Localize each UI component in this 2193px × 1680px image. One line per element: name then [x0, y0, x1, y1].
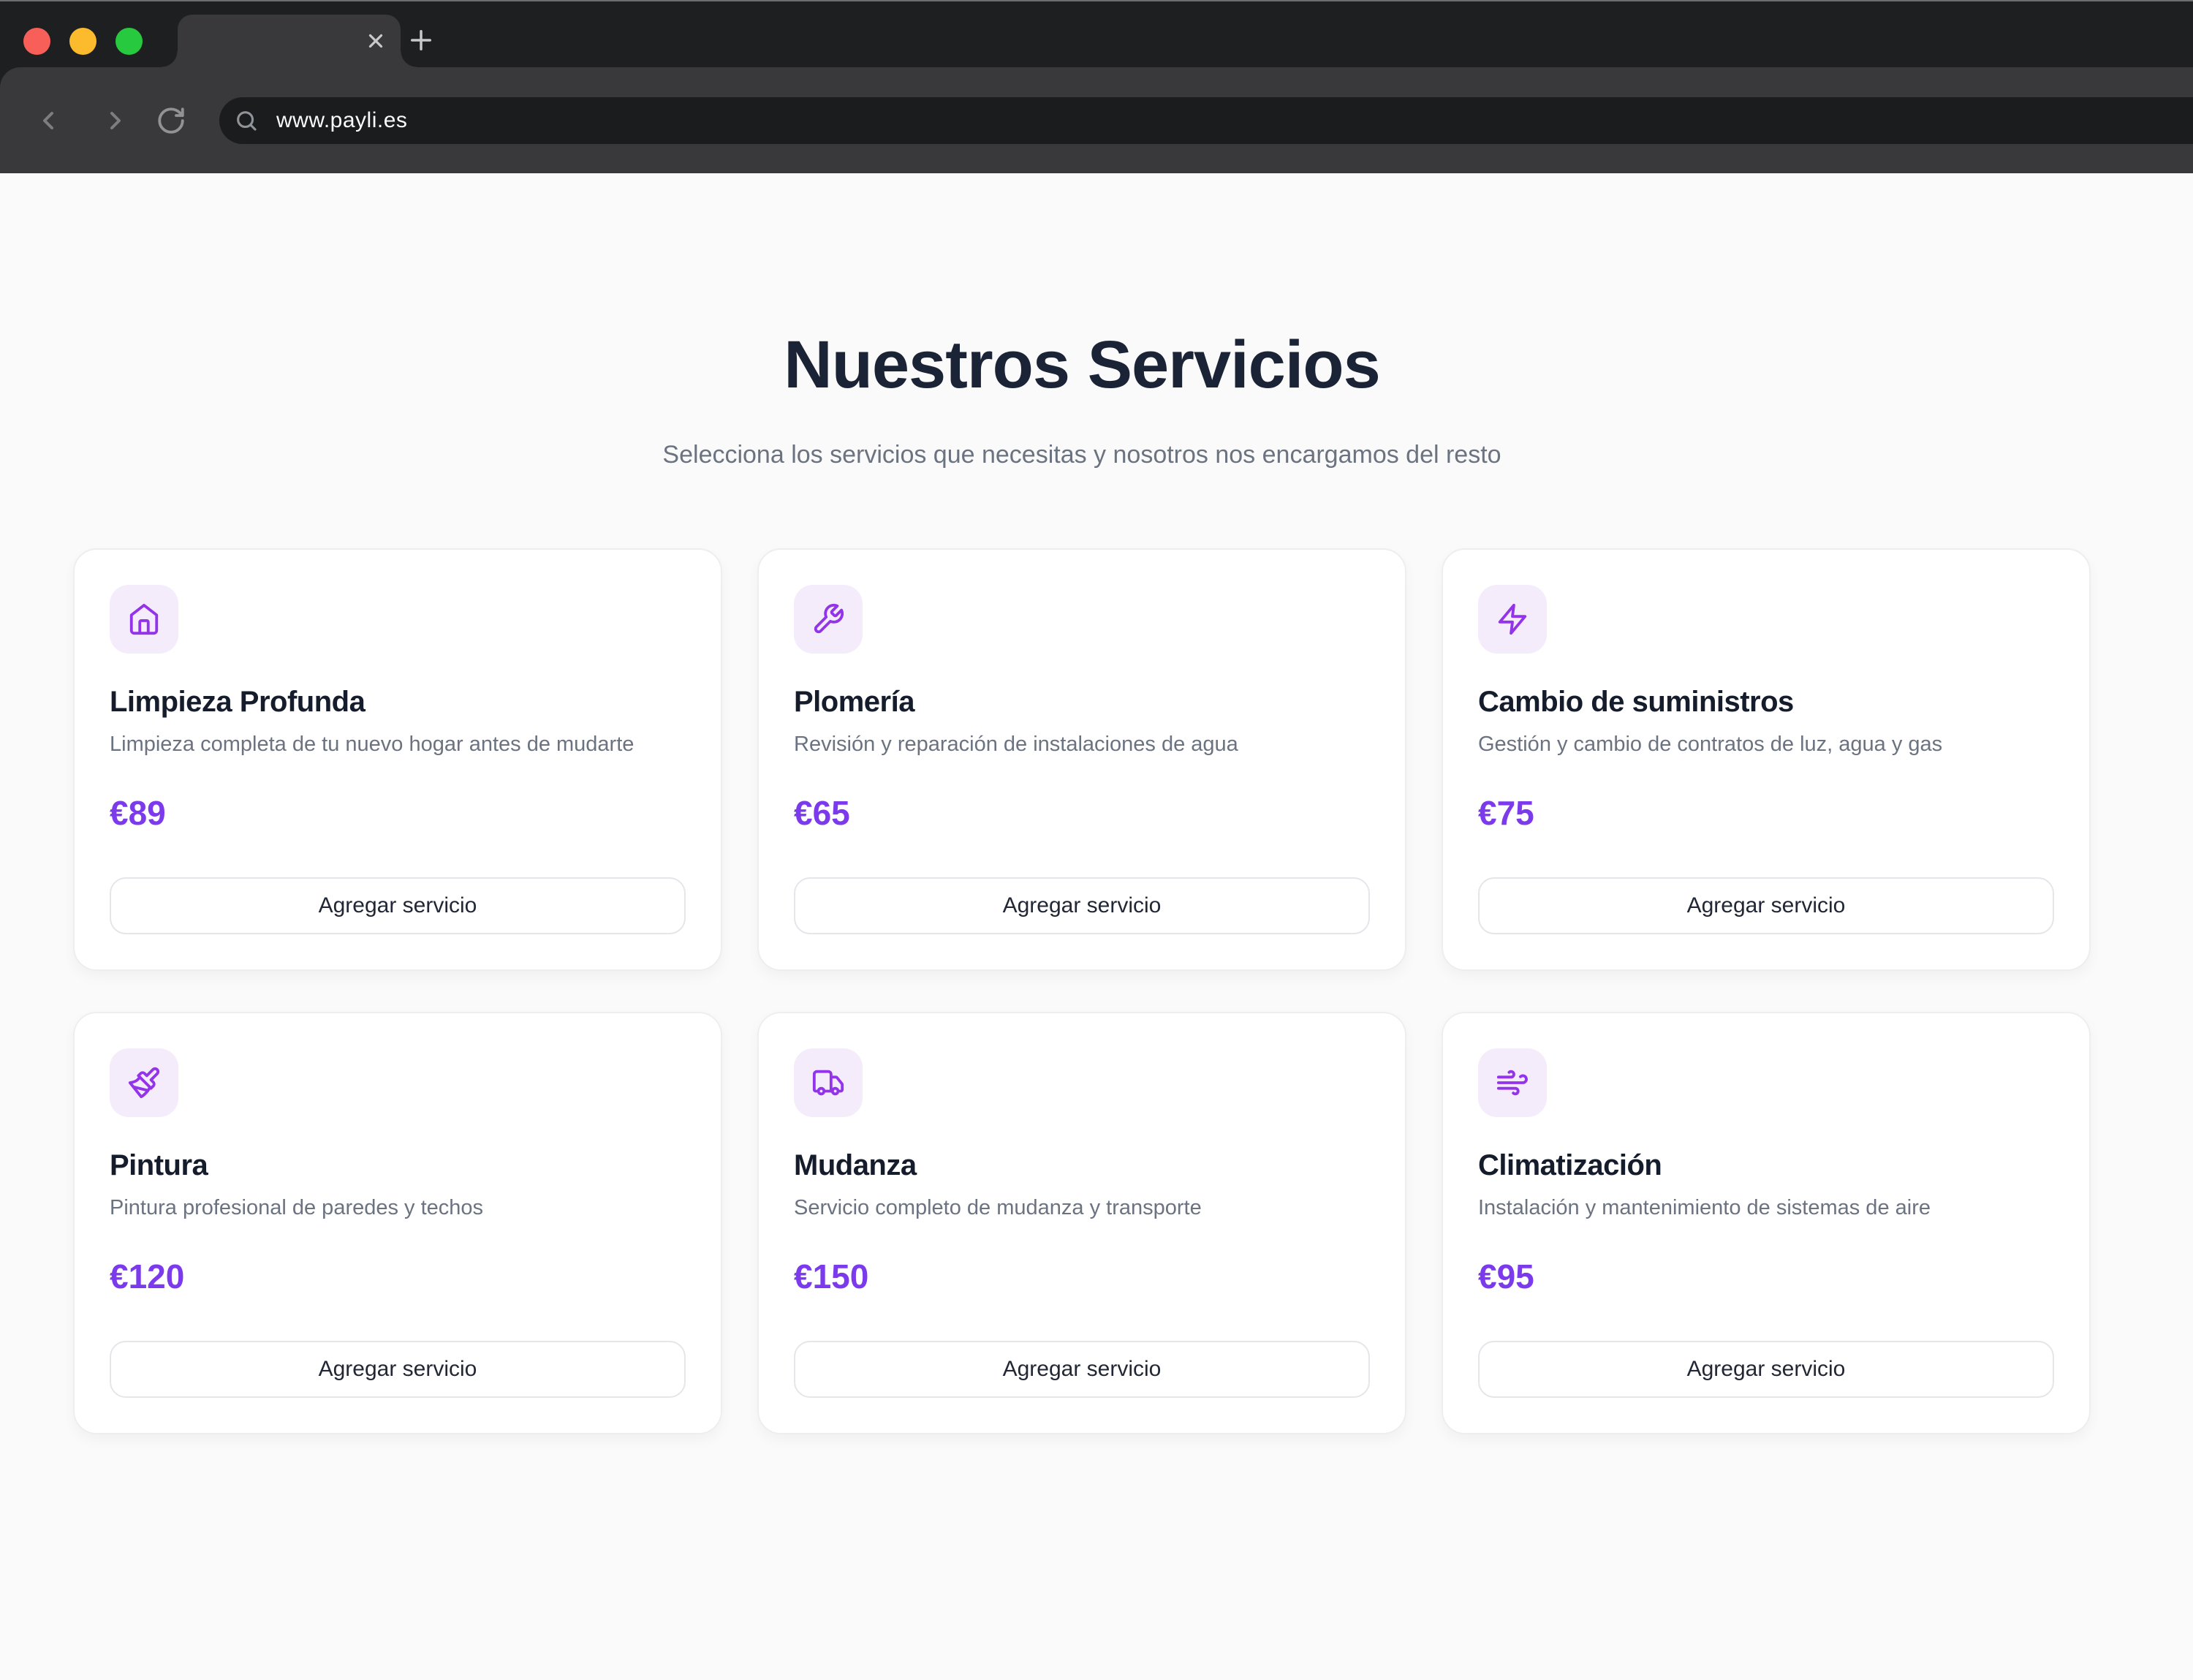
add-service-button[interactable]: Agregar servicio: [794, 877, 1370, 934]
url-text: www.payli.es: [276, 108, 407, 133]
page-content: Nuestros Servicios Selecciona los servic…: [0, 327, 2193, 1434]
add-service-button[interactable]: Agregar servicio: [1478, 877, 2054, 934]
truck-icon: [794, 1048, 863, 1117]
paintbrush-icon: [110, 1048, 178, 1117]
add-service-button[interactable]: Agregar servicio: [1478, 1341, 2054, 1398]
new-tab-button[interactable]: [404, 23, 438, 57]
forward-button[interactable]: [99, 105, 132, 137]
service-card-limpieza: Limpieza Profunda Limpieza completa de t…: [73, 548, 722, 971]
service-description: Servicio completo de mudanza y transport…: [794, 1192, 1370, 1223]
browser-toolbar: www.payli.es: [0, 67, 2193, 173]
service-title: Cambio de suministros: [1478, 686, 2054, 719]
service-card-mudanza: Mudanza Servicio completo de mudanza y t…: [757, 1012, 1406, 1434]
zap-icon: [1478, 585, 1547, 654]
service-card-climatizacion: Climatización Instalación y mantenimient…: [1442, 1012, 2091, 1434]
service-price: €75: [1478, 795, 2054, 832]
browser-tab[interactable]: [178, 15, 401, 67]
service-description: Instalación y mantenimiento de sistemas …: [1478, 1192, 2054, 1223]
service-card-plomeria: Plomería Revisión y reparación de instal…: [757, 548, 1406, 971]
wind-icon: [1478, 1048, 1547, 1117]
service-title: Limpieza Profunda: [110, 686, 686, 719]
service-description: Pintura profesional de paredes y techos: [110, 1192, 686, 1223]
service-description: Revisión y reparación de instalaciones d…: [794, 729, 1370, 760]
tab-strip: [0, 1, 2193, 67]
search-icon: [234, 108, 259, 133]
add-service-button[interactable]: Agregar servicio: [110, 877, 686, 934]
reload-button[interactable]: [155, 105, 187, 137]
address-bar[interactable]: www.payli.es: [219, 97, 2193, 144]
close-tab-button[interactable]: [364, 29, 387, 53]
close-window-button[interactable]: [23, 28, 50, 55]
close-icon: [365, 30, 387, 52]
minimize-window-button[interactable]: [69, 28, 96, 55]
chevron-right-icon: [101, 106, 130, 135]
plus-icon: [406, 25, 436, 56]
page-title: Nuestros Servicios: [73, 327, 2091, 404]
reload-icon: [156, 105, 186, 136]
service-price: €95: [1478, 1258, 2054, 1295]
service-price: €65: [794, 795, 1370, 832]
wrench-icon: [794, 585, 863, 654]
window-controls: [23, 28, 143, 55]
add-service-button[interactable]: Agregar servicio: [794, 1341, 1370, 1398]
service-price: €150: [794, 1258, 1370, 1295]
chevron-left-icon: [34, 106, 63, 135]
back-button[interactable]: [32, 105, 64, 137]
service-title: Plomería: [794, 686, 1370, 719]
browser-chrome: www.payli.es: [0, 0, 2193, 172]
service-title: Mudanza: [794, 1149, 1370, 1182]
page-subtitle: Selecciona los servicios que necesitas y…: [73, 438, 2091, 473]
service-description: Gestión y cambio de contratos de luz, ag…: [1478, 729, 2054, 760]
zoom-window-button[interactable]: [115, 28, 143, 55]
service-price: €120: [110, 1258, 686, 1295]
service-card-suministros: Cambio de suministros Gestión y cambio d…: [1442, 548, 2091, 971]
home-icon: [110, 585, 178, 654]
service-title: Climatización: [1478, 1149, 2054, 1182]
service-card-pintura: Pintura Pintura profesional de paredes y…: [73, 1012, 722, 1434]
service-price: €89: [110, 795, 686, 832]
service-title: Pintura: [110, 1149, 686, 1182]
services-grid: Limpieza Profunda Limpieza completa de t…: [73, 548, 2091, 1434]
add-service-button[interactable]: Agregar servicio: [110, 1341, 686, 1398]
service-description: Limpieza completa de tu nuevo hogar ante…: [110, 729, 686, 760]
